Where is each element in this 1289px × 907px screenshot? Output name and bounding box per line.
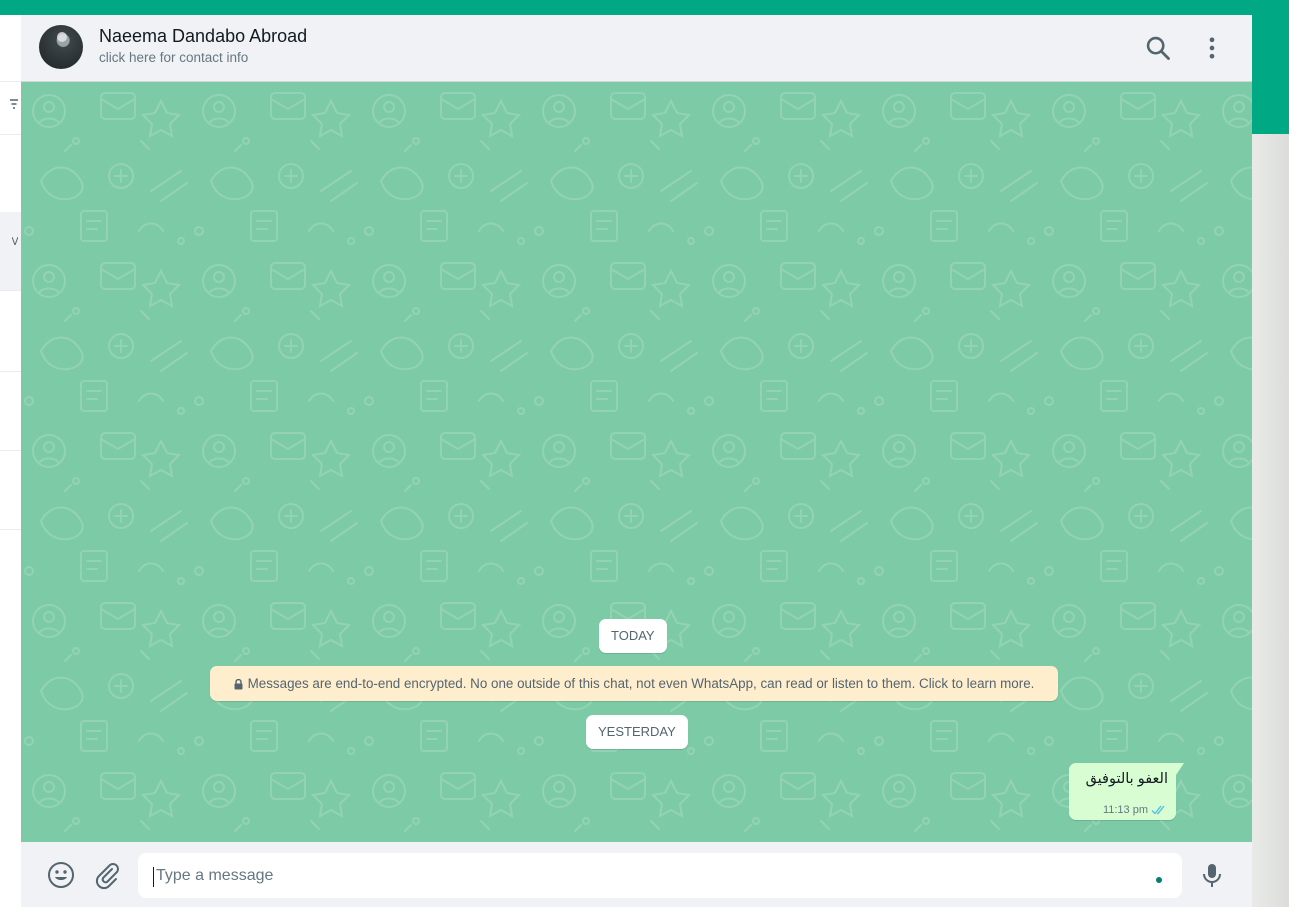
message-text: العفو بالتوفيق <box>1085 771 1168 787</box>
message-input[interactable] <box>138 853 1182 898</box>
avatar-moon <box>57 32 67 42</box>
filter-icon[interactable] <box>10 99 18 109</box>
text-caret <box>153 867 154 887</box>
microphone-icon[interactable] <box>1197 860 1227 890</box>
message-time: 11:13 pm <box>1102 804 1148 816</box>
chat-list-item[interactable] <box>0 290 21 372</box>
sidebar-header <box>0 15 21 82</box>
contact-avatar[interactable] <box>39 25 83 69</box>
bubble-tail <box>1176 763 1184 775</box>
message-composer <box>21 842 1252 907</box>
sidebar-search-row[interactable] <box>0 81 21 135</box>
outgoing-message[interactable]: العفو بالتوفيق 11:13 pm <box>1069 763 1184 820</box>
background-shade <box>1252 134 1289 907</box>
paperclip-icon[interactable] <box>92 860 122 890</box>
chat-list-item[interactable] <box>0 371 21 451</box>
chat-list-sidebar <box>0 15 22 907</box>
contact-info-hint[interactable]: click here for contact info <box>99 50 248 65</box>
chat-list-item[interactable] <box>0 134 21 213</box>
message-meta: 11:13 pm <box>1103 804 1168 816</box>
encryption-notice[interactable]: Messages are end-to-end encrypted. No on… <box>210 666 1058 701</box>
double-check-icon <box>1151 805 1165 815</box>
emoji-icon[interactable] <box>46 860 76 890</box>
conversation-panel: Naeema Dandabo Abroad click here for con… <box>21 15 1252 907</box>
status-dot <box>1156 877 1162 883</box>
chat-list-item-selected[interactable] <box>0 212 21 291</box>
lock-icon <box>234 678 243 690</box>
date-chip-today: TODAY <box>599 619 667 653</box>
search-icon[interactable] <box>1144 34 1172 62</box>
encryption-notice-text: Messages are end-to-end encrypted. No on… <box>247 676 1035 691</box>
chat-list-item[interactable] <box>0 450 21 530</box>
conversation-header[interactable]: Naeema Dandabo Abroad click here for con… <box>21 15 1252 82</box>
contact-name[interactable]: Naeema Dandabo Abroad <box>99 26 307 47</box>
menu-dots-icon[interactable] <box>1198 34 1226 62</box>
chevron-icon <box>12 237 18 245</box>
date-chip-yesterday: YESTERDAY <box>586 715 688 749</box>
